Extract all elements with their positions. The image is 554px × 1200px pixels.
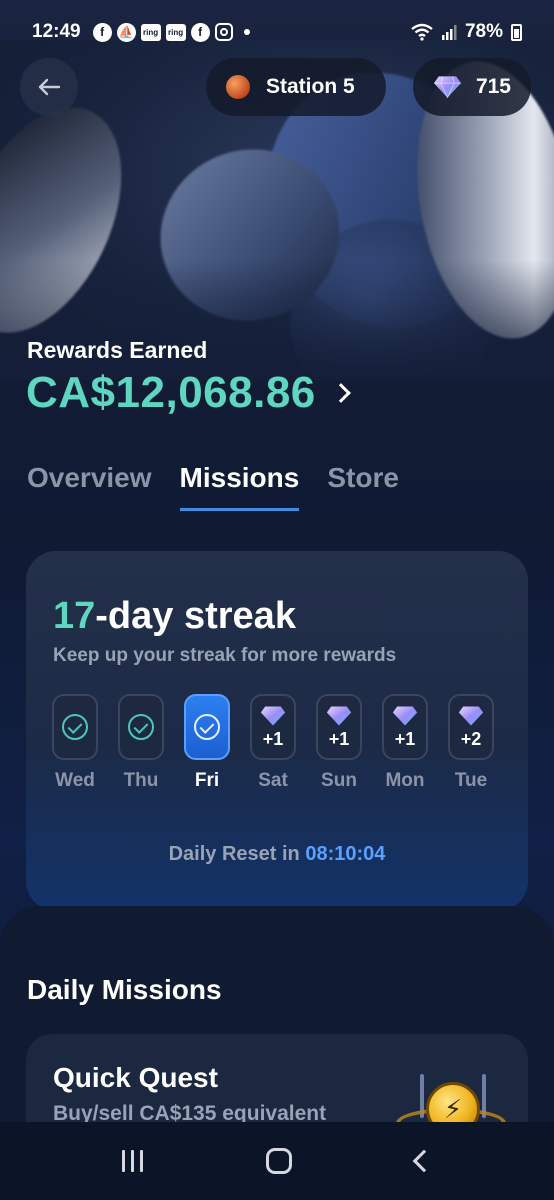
day-label: Mon [385,770,425,791]
tab-store[interactable]: Store [327,462,399,511]
day-label: Wed [55,770,95,791]
check-circle-icon [194,714,220,740]
facebook-icon: f [190,22,210,42]
planet-icon [226,75,250,99]
day-reward: +1 [328,728,350,749]
diamond-icon [260,705,286,726]
chevron-right-icon [330,383,351,403]
day-reward: +1 [394,728,416,749]
back-button[interactable] [20,58,78,116]
ring-icon: ring [140,23,161,41]
streak-days: Wed Thu Fri +1 Sat +1 Sun +1 Mon +2 Tue [52,694,494,792]
streak-title: 17-day streak [53,595,296,638]
day-label: Tue [454,770,488,791]
tab-missions[interactable]: Missions [179,462,300,511]
streak-card: 17-day streak Keep up your streak for mo… [26,551,528,911]
arrow-left-icon [38,78,61,96]
reset-time: 08:10:04 [305,843,386,865]
facebook-icon: f [92,22,112,42]
station-pill[interactable]: Station 5 [206,58,386,116]
day-box: +2 [448,694,494,760]
streak-subtitle: Keep up your streak for more rewards [53,645,397,666]
diamond-icon [326,705,352,726]
day-wed: Wed [52,694,98,792]
rewards-label: Rewards Earned [27,337,208,363]
ring-icon: ring [165,23,186,41]
gems-pill[interactable]: 715 [413,58,531,116]
daily-missions-title: Daily Missions [27,974,222,1005]
day-label: Sun [321,770,357,791]
quest-title: Quick Quest [53,1062,218,1093]
day-reward: +2 [460,728,482,749]
day-box [52,694,98,760]
app-screen: 12:49 f ⛵ ring ring f 78% Station 5 715 … [0,0,554,1200]
day-box: +1 [250,694,296,760]
instagram-icon [214,23,233,41]
daily-reset: Daily Reset in 08:10:04 [26,843,528,866]
gems-count: 715 [475,75,511,98]
day-label: Fri [194,770,220,791]
day-fri: Fri [184,694,230,792]
notification-icons: f ⛵ ring ring f [92,22,250,42]
streak-title-suffix: -day streak [95,595,296,637]
day-box [118,694,164,760]
day-thu: Thu [118,694,164,792]
battery-percent: 78% [464,21,503,42]
day-reward: +1 [262,728,284,749]
diamond-icon [433,76,461,99]
station-label: Station 5 [266,75,355,98]
check-circle-icon [128,714,154,740]
status-right: 78% [411,21,522,43]
day-box: +1 [316,694,362,760]
day-mon: +1 Mon [382,694,428,792]
diamond-icon [392,705,418,726]
signal-icon [441,25,457,40]
check-circle-icon [62,714,88,740]
day-box: +1 [382,694,428,760]
reset-label: Daily Reset in [168,843,300,865]
tab-bar: Overview Missions Store [27,462,399,511]
recents-button[interactable] [121,1150,143,1172]
rewards-value: CA$12,068.86 [26,368,316,417]
system-nav-bar [0,1122,554,1200]
status-time: 12:49 [32,21,81,42]
day-label: Sat [258,770,288,791]
boat-icon: ⛵ [116,22,136,42]
system-back-button[interactable] [412,1149,436,1173]
day-sun: +1 Sun [316,694,362,792]
dot-icon [243,29,250,35]
day-box-today [184,694,230,760]
day-tue: +2 Tue [448,694,494,792]
wifi-icon [411,23,433,41]
day-label: Thu [123,770,159,791]
status-bar: 12:49 f ⛵ ring ring f 78% [0,0,554,52]
diamond-icon [458,705,484,726]
battery-icon [511,23,522,41]
tab-overview[interactable]: Overview [27,462,152,511]
day-sat: +1 Sat [250,694,296,792]
rewards-value-link[interactable]: CA$12,068.86 [26,368,351,418]
streak-number: 17 [53,595,96,637]
home-button[interactable] [266,1148,293,1174]
